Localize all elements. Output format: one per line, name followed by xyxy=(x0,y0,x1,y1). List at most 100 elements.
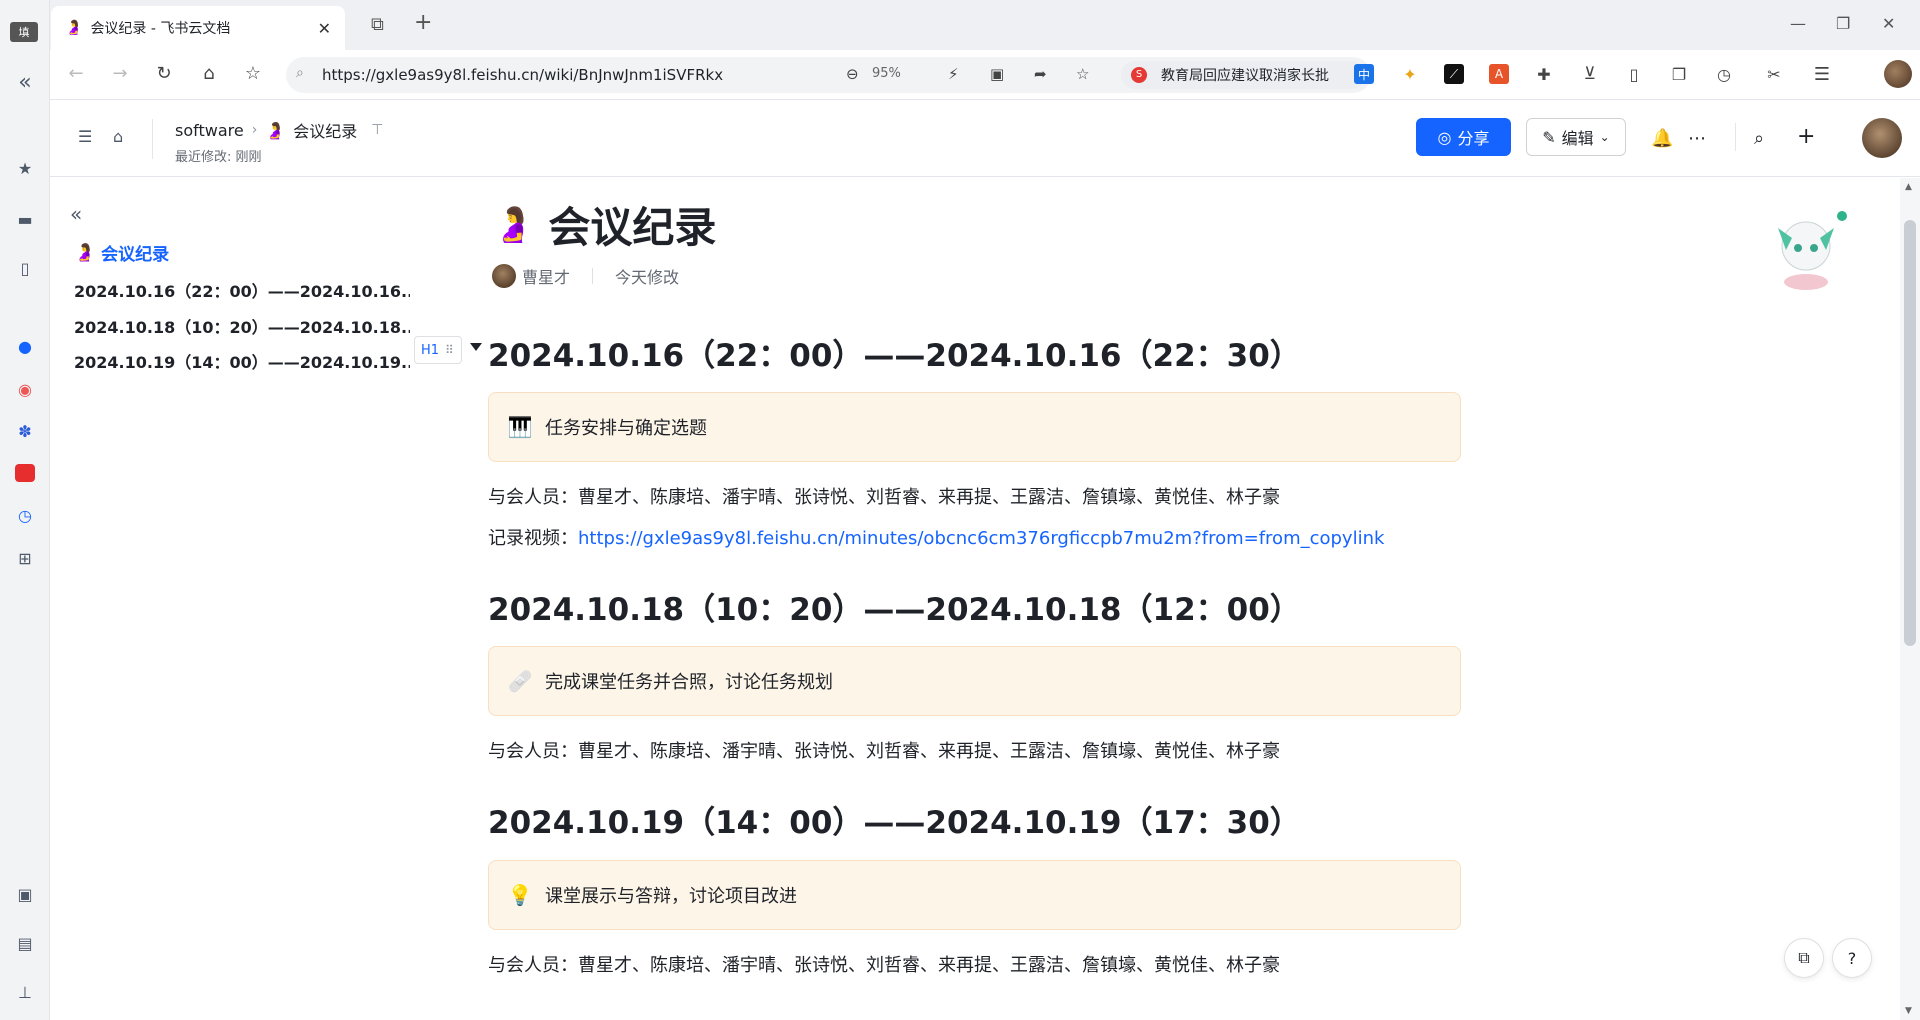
translate-icon[interactable]: 中 xyxy=(1354,64,1374,84)
attendees-text[interactable]: 与会人员：曹星才、陈康培、潘宇晴、张诗悦、刘哲睿、来再提、王露洁、詹镇壕、黄悦佳… xyxy=(488,951,1280,977)
history-icon[interactable]: ◷ xyxy=(1714,64,1734,84)
toc-item[interactable]: 2024.10.18（10：20）——2024.10.18... xyxy=(74,314,410,338)
video-link[interactable]: https://gxle9as9y8l.feishu.cn/minutes/ob… xyxy=(578,528,1384,549)
tab-list-icon[interactable]: ⧉ xyxy=(371,14,384,35)
callout-block[interactable]: 🩹 完成课堂任务并合照，讨论任务规划 xyxy=(488,646,1461,716)
video-app-icon[interactable] xyxy=(13,461,37,485)
tab-title: 会议纪录 - 飞书云文档 xyxy=(90,21,231,37)
toc-root-item[interactable]: 🤰 会议纪录 xyxy=(74,240,169,266)
collections-icon[interactable]: ❐ xyxy=(1669,64,1689,84)
breadcrumb-root[interactable]: software xyxy=(175,121,244,140)
add-app-icon[interactable]: ⊞ xyxy=(13,546,37,570)
more-icon[interactable]: ⋯ xyxy=(1688,128,1706,149)
scissors-icon[interactable]: ✂ xyxy=(1764,64,1784,84)
favorite-add-icon[interactable]: ☆ xyxy=(1076,65,1089,83)
callout-block[interactable]: 🎹 任务安排与确定选题 xyxy=(488,392,1461,462)
device-icon[interactable]: ▯ xyxy=(1624,64,1644,84)
bandage-icon: 🩹 xyxy=(507,669,533,693)
author-name[interactable]: 曹星才 xyxy=(522,264,570,288)
app-icon[interactable]: ◉ xyxy=(13,377,37,401)
table-of-contents: « 🤰 会议纪录 2024.10.16（22：00）——2024.10.16..… xyxy=(50,178,460,1020)
drag-handle-icon[interactable]: ⠿ xyxy=(445,343,454,357)
sidebar-tag-icon[interactable]: 填 xyxy=(10,22,38,42)
star-icon[interactable]: ★ xyxy=(13,156,37,180)
address-bar[interactable]: ⌕ https://gxle9as9y8l.feishu.cn/wiki/BnJ… xyxy=(286,57,1371,93)
scrollbar[interactable]: ▲ ▼ xyxy=(1900,178,1920,1020)
window-close-icon[interactable]: ✕ xyxy=(1882,14,1895,33)
phone-icon[interactable]: ▯ xyxy=(13,256,37,280)
url-text[interactable]: https://gxle9as9y8l.feishu.cn/wiki/BnJnw… xyxy=(322,66,782,84)
lightning-icon[interactable]: ⚡ xyxy=(948,65,959,83)
share-button[interactable]: ◎ 分享 xyxy=(1416,118,1511,156)
attendees-text[interactable]: 与会人员：曹星才、陈康培、潘宇晴、张诗悦、刘哲睿、来再提、王露洁、詹镇壕、黄悦佳… xyxy=(488,483,1280,509)
reader-icon[interactable]: ▣ xyxy=(990,65,1004,83)
bell-icon[interactable]: 🔔 xyxy=(1651,128,1673,149)
search-icon[interactable]: ⌕ xyxy=(1754,128,1764,149)
divider xyxy=(1735,123,1736,151)
ai-sparkle-icon[interactable]: ✦ xyxy=(1400,64,1420,84)
pin-icon[interactable]: ⊥ xyxy=(13,980,37,1004)
share-page-icon[interactable]: ➦ xyxy=(1034,65,1047,83)
briefcase-icon[interactable]: ▤ xyxy=(13,931,37,955)
breadcrumb: software › 🤰 会议纪录 ⊤ xyxy=(175,118,383,142)
browser-profile-avatar[interactable] xyxy=(1884,60,1912,88)
restore-icon[interactable]: ❐ xyxy=(1836,14,1850,33)
back-icon[interactable]: ← xyxy=(64,63,88,84)
toc-item[interactable]: 2024.10.19（14：00）——2024.10.19... xyxy=(74,349,410,373)
extension-icon[interactable]: ⟋ xyxy=(1444,64,1464,84)
collapse-sidebar-icon[interactable]: « xyxy=(13,70,37,95)
author-avatar[interactable] xyxy=(492,264,516,288)
puzzle-icon[interactable]: ✚ xyxy=(1534,64,1554,84)
scroll-up-icon[interactable]: ▲ xyxy=(1905,182,1912,192)
favorites-folder-icon[interactable]: ▣ xyxy=(13,882,37,906)
help-icon[interactable]: ? xyxy=(1832,938,1872,978)
edit-button[interactable]: ✎ 编辑 ⌄ xyxy=(1526,118,1626,156)
search-icon: ⌕ xyxy=(296,65,304,81)
home-icon[interactable]: ⌂ xyxy=(113,127,123,146)
lightbulb-icon: 💡 xyxy=(507,883,533,907)
breadcrumb-current[interactable]: 会议纪录 xyxy=(293,118,357,142)
browser-tab[interactable]: 🤰 会议纪录 - 飞书云文档 ✕ xyxy=(51,6,345,50)
attendees-text[interactable]: 与会人员：曹星才、陈康培、潘宇晴、张诗悦、刘哲睿、来再提、王露洁、詹镇壕、黄悦佳… xyxy=(488,737,1280,763)
menu-icon[interactable]: ☰ xyxy=(1812,64,1832,85)
mascot-image[interactable] xyxy=(1764,206,1848,296)
home-icon[interactable]: ⌂ xyxy=(197,63,221,84)
pdf-icon[interactable]: A xyxy=(1489,64,1509,84)
download-icon[interactable]: ⊻ xyxy=(1580,64,1600,84)
section-heading[interactable]: 2024.10.18（10：20）——2024.10.18（12：00） xyxy=(488,584,1301,629)
forward-icon[interactable]: → xyxy=(108,63,132,84)
reload-icon[interactable]: ↻ xyxy=(152,63,176,84)
divider xyxy=(592,268,594,284)
add-icon[interactable]: + xyxy=(1797,124,1815,149)
new-tab-icon[interactable]: + xyxy=(414,10,432,35)
pin-icon[interactable]: ⊤ xyxy=(371,122,383,138)
scroll-down-icon[interactable]: ▼ xyxy=(1905,1006,1912,1016)
page-title[interactable]: 🤰 会议纪录 xyxy=(492,194,716,255)
collapse-toc-icon[interactable]: « xyxy=(70,202,82,226)
search-engine-icon: S xyxy=(1131,67,1147,83)
tab-strip: 🤰 会议纪录 - 飞书云文档 ✕ ⧉ + — ❐ ✕ xyxy=(50,0,1920,50)
toc-item[interactable]: 2024.10.16（22：00）——2024.10.16... xyxy=(74,278,410,302)
heading-collapse-icon[interactable] xyxy=(470,343,482,351)
video-paragraph: 记录视频：https://gxle9as9y8l.feishu.cn/minut… xyxy=(488,524,1384,550)
folder-icon[interactable]: ▬ xyxy=(13,207,37,231)
callout-block[interactable]: 💡 课堂展示与答辩，讨论项目改进 xyxy=(488,860,1461,930)
bookmark-star-icon[interactable]: ☆ xyxy=(241,63,265,84)
callout-text: 课堂展示与答辩，讨论项目改进 xyxy=(545,886,797,907)
zoom-level[interactable]: 95% xyxy=(872,66,901,81)
copy-icon[interactable]: ⧉ xyxy=(1784,938,1824,978)
search-app-icon[interactable]: ● xyxy=(13,334,37,358)
tab-favicon: 🤰 xyxy=(65,20,83,36)
user-avatar[interactable] xyxy=(1862,118,1902,158)
zoom-icon[interactable]: ⊖ xyxy=(846,65,859,83)
section-heading[interactable]: 2024.10.16（22：00）——2024.10.16（22：30） xyxy=(488,330,1301,375)
clock-icon[interactable]: ◷ xyxy=(13,503,37,527)
outline-toggle-icon[interactable]: ☰ xyxy=(78,127,92,146)
scrollbar-thumb[interactable] xyxy=(1904,220,1916,646)
news-ticker[interactable]: S 教育局回应建议取消家长批 xyxy=(1121,61,1366,89)
close-tab-icon[interactable]: ✕ xyxy=(318,19,331,38)
block-type-handle[interactable]: H1 ⠿ xyxy=(414,336,462,364)
section-heading[interactable]: 2024.10.19（14：00）——2024.10.19（17：30） xyxy=(488,797,1301,842)
paw-icon[interactable]: ✽ xyxy=(13,419,37,443)
minimize-icon[interactable]: — xyxy=(1790,14,1806,33)
